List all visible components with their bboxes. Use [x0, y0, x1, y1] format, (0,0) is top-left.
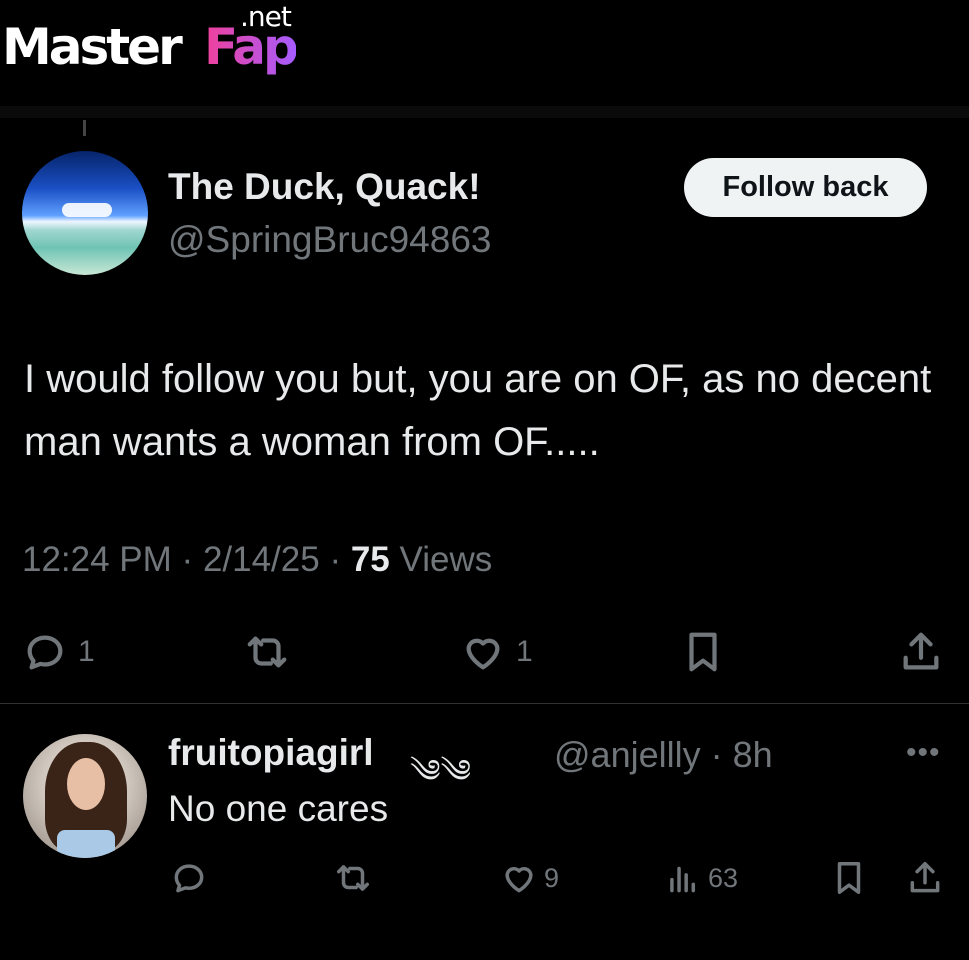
reply-share-button[interactable]: [906, 858, 944, 898]
tweet-text: I would follow you but, you are on OF, a…: [24, 357, 932, 464]
avatar-cloud: [62, 203, 112, 217]
name-decoration: ༄༄: [410, 753, 472, 789]
tweet-time[interactable]: 12:24 PM: [22, 540, 172, 579]
author-display-name[interactable]: The Duck, Quack!: [168, 166, 481, 208]
avatar-top: [57, 830, 115, 858]
meta-separator: ·: [181, 540, 203, 579]
retweet-icon: [337, 865, 369, 891]
avatar-face: [67, 758, 105, 810]
retweet-icon: [247, 636, 287, 668]
reply-icon: [174, 864, 204, 893]
bookmark-button[interactable]: [680, 624, 726, 680]
meta-separator: ·: [700, 734, 733, 775]
views-label: Views: [399, 540, 493, 579]
author-handle[interactable]: @SpringBruc94863: [168, 219, 491, 261]
reply-bookmark-button[interactable]: [830, 858, 868, 898]
watermark-net: .net: [240, 0, 292, 33]
views-count: 75: [350, 540, 390, 579]
reply-like-count: 9: [544, 862, 560, 893]
more-options-button[interactable]: •••: [906, 736, 941, 770]
reply-age: 8h: [732, 734, 773, 775]
tweet-divider: [0, 703, 969, 704]
header-separator: [0, 106, 969, 118]
reply-icon: [27, 635, 63, 670]
reply-handle[interactable]: @anjellly: [554, 734, 701, 775]
bookmark-icon: [689, 632, 717, 672]
author-avatar[interactable]: [22, 151, 148, 275]
like-icon: [466, 638, 500, 670]
follow-back-button[interactable]: Follow back: [684, 158, 927, 217]
retweet-button[interactable]: [244, 624, 290, 680]
tweet-date[interactable]: 2/14/25: [203, 540, 320, 579]
reply-text: No one cares: [168, 788, 389, 829]
analytics-icon: [670, 866, 696, 893]
reply-retweet-button[interactable]: [334, 858, 372, 898]
reply-button[interactable]: 1: [22, 624, 95, 680]
bookmark-icon: [837, 862, 861, 894]
share-icon: [910, 862, 940, 893]
reply-author-avatar[interactable]: [23, 734, 147, 858]
reply-reply-button[interactable]: [170, 858, 208, 898]
like-button[interactable]: 1: [460, 624, 533, 680]
reply-like-button[interactable]: 9: [500, 858, 559, 898]
like-count: 1: [516, 635, 533, 668]
thread-connector-line: [83, 120, 86, 136]
reply-handle-time[interactable]: @anjellly · 8h: [554, 734, 773, 776]
tweet-meta: 12:24 PM · 2/14/25 · 75 Views: [22, 540, 492, 580]
reply-count: 1: [78, 635, 95, 668]
watermark-logo: Master Fap .net: [2, 0, 312, 84]
reply-views-button[interactable]: 63: [664, 858, 738, 898]
share-button[interactable]: [898, 624, 944, 680]
watermark-master: Master: [2, 18, 183, 76]
meta-separator: ·: [329, 540, 351, 579]
share-icon: [903, 632, 939, 670]
reply-views-count: 63: [708, 862, 739, 893]
reply-display-name[interactable]: fruitopiagirl: [168, 732, 374, 774]
like-icon: [505, 867, 533, 893]
